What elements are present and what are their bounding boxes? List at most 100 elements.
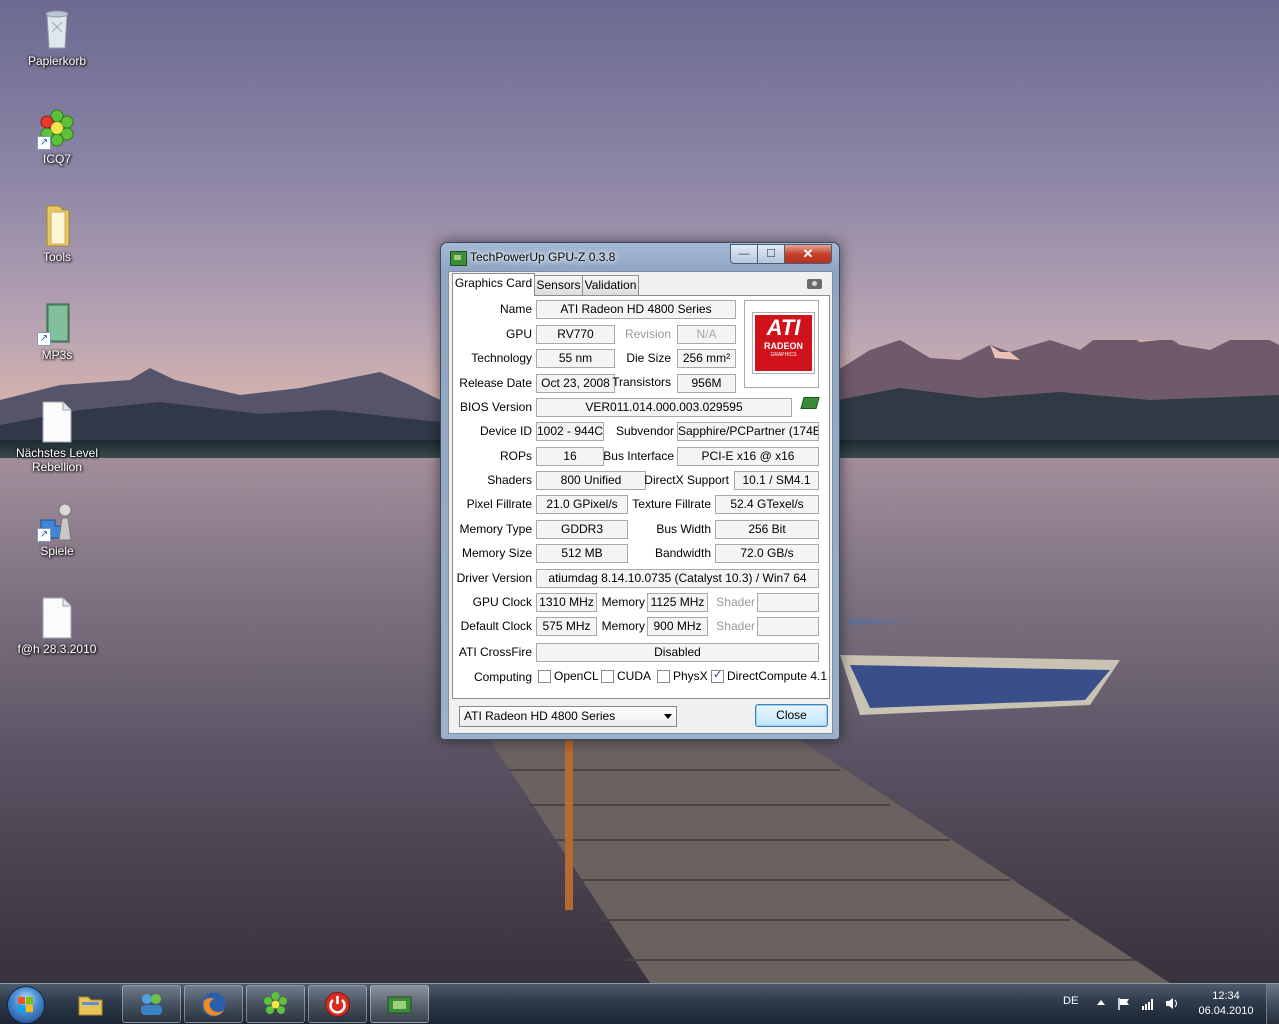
label-shaders: Shaders [487,473,532,487]
label-crossfire: ATI CrossFire [458,645,532,659]
label-bus-width: Bus Width [656,522,711,536]
label-die-size: Die Size [626,351,671,365]
label-computing: Computing [473,670,532,684]
close-button[interactable]: Close [755,704,828,727]
value-technology: 55 nm [536,349,615,368]
value-bus-width: 256 Bit [715,520,819,539]
desktop-icon-spiele[interactable]: ↗ Spiele [12,498,102,558]
value-transistors: 956M [677,374,736,393]
taskbar-gpuz-button[interactable] [370,985,429,1023]
taskbar-messenger-button[interactable] [122,985,181,1023]
label-gpu-clock: GPU Clock [472,595,532,609]
maximize-button[interactable]: ☐ [757,244,785,264]
tray-language[interactable]: DE [1063,995,1078,1007]
label-subvendor: Subvendor [615,424,674,438]
shortcut-arrow-icon: ↗ [37,332,51,346]
show-hidden-icons-icon[interactable] [1097,1000,1105,1005]
value-rops: 16 [536,447,604,466]
document-icon [35,596,79,640]
action-center-flag-icon[interactable] [1117,997,1131,1010]
ati-radeon-logo: ATI RADEON GRAPHICS [744,300,819,388]
taskbar-explorer-button[interactable] [61,985,120,1023]
label-revision: Revision [624,327,671,341]
taskbar-firefox-button[interactable] [184,985,243,1023]
explorer-folder-icon [78,996,103,1016]
label-device-id: Device ID [479,424,532,438]
tab-graphics-card[interactable]: Graphics Card [452,273,535,296]
volume-icon[interactable] [1165,997,1179,1010]
label-directx: DirectX Support [644,473,729,487]
label-default-clock: Default Clock [460,619,532,633]
tab-validation[interactable]: Validation [582,275,639,295]
value-bios-version: VER011.014.000.003.029595 [536,398,792,417]
value-name: ATI Radeon HD 4800 Series [536,300,736,319]
ati-logo-badge: ATI RADEON GRAPHICS [753,313,814,373]
shortcut-arrow-icon: ↗ [37,528,51,542]
gpuz-window: TechPowerUp GPU-Z 0.3.8 — ☐ ✕ Graphics C… [440,242,840,740]
value-pixel-fillrate: 21.0 GPixel/s [536,495,628,514]
tray-clock[interactable]: 12:34 06.04.2010 [1190,989,1262,1019]
graphics-card-panel: Name ATI Radeon HD 4800 Series ATI RADEO… [452,295,830,699]
value-revision: N/A [677,325,736,344]
save-bios-icon[interactable] [800,397,820,409]
label-memory-size: Memory Size [461,546,532,560]
desktop-icon-icq7[interactable]: ↗ ICQ7 [12,106,102,166]
checkbox-label-cuda: CUDA [617,669,652,683]
value-crossfire: Disabled [536,643,819,662]
recycle-bin-icon [35,8,79,52]
window-client-area: Graphics Card Sensors Validation Name AT… [448,271,833,734]
checkbox-directcompute[interactable] [711,668,724,683]
desktop-icon-recycle-bin[interactable]: Papierkorb [12,8,102,68]
desktop-icon-mp3s[interactable]: ↗ MP3s [12,302,102,362]
show-desktop-button[interactable] [1266,984,1279,1024]
label-gpu-shader: Shader [716,595,755,609]
checkbox-cuda[interactable] [601,670,614,683]
value-shaders: 800 Unified [536,471,646,490]
gpu-select-value: ATI Radeon HD 4800 Series [464,709,616,723]
taskbar-icq-button[interactable] [246,985,305,1023]
desktop-icon-tools[interactable]: Tools [12,204,102,264]
checkbox-label-physx: PhysX [673,669,708,683]
document-icon [35,400,79,444]
label-rops: ROPs [499,449,532,463]
windows-flag-icon [18,997,34,1013]
icq-flower-icon [264,992,287,1014]
gpuz-icon [387,996,412,1014]
label-transistors: Transistors [612,375,671,389]
label-name: Name [499,302,532,316]
value-texture-fillrate: 52.4 GTexel/s [715,495,819,514]
value-gpu-clock: 1310 MHz [536,593,597,612]
screenshot-camera-icon[interactable] [807,279,822,289]
network-signal-icon[interactable] [1141,997,1155,1010]
taskbar-shutdown-button[interactable] [308,985,367,1023]
minimize-button[interactable]: — [730,244,758,264]
clock-date: 06.04.2010 [1198,1005,1254,1017]
value-directx: 10.1 / SM4.1 [734,471,819,490]
checkbox-label-directcompute: DirectCompute 4.1 [727,669,828,683]
tab-sensors[interactable]: Sensors [534,275,583,295]
label-bus-interface: Bus Interface [603,449,674,463]
label-driver-version: Driver Version [456,571,532,585]
title-bar[interactable]: TechPowerUp GPU-Z 0.3.8 — ☐ ✕ [441,243,839,271]
label-memory-type: Memory Type [459,522,532,536]
checkbox-physx[interactable] [657,670,670,683]
value-device-id: 1002 - 944C [536,422,604,441]
taskbar: DE 12:34 06.04.2010 [0,983,1279,1024]
windows-start-orb-icon[interactable] [7,986,45,1024]
label-bios-version: BIOS Version [459,400,532,414]
label-default-shader: Shader [716,619,755,633]
firefox-icon [201,992,226,1017]
folder-icon [35,204,79,248]
label-release-date: Release Date [459,376,532,390]
value-default-clock: 575 MHz [536,617,597,636]
desktop-icon-naechstes-level[interactable]: Nächstes Level Rebellion [12,400,102,474]
label-pixel-fillrate: Pixel Fillrate [466,497,532,511]
label-texture-fillrate: Texture Fillrate [632,497,711,511]
checkbox-opencl[interactable] [538,670,551,683]
value-bus-interface: PCI-E x16 @ x16 [677,447,819,466]
desktop-icon-fah[interactable]: f@h 28.3.2010 [12,596,102,656]
title-close-button[interactable]: ✕ [784,244,832,264]
label-technology: Technology [471,351,532,365]
gpu-select-dropdown[interactable]: ATI Radeon HD 4800 Series [459,706,677,727]
value-default-shader [757,617,819,636]
